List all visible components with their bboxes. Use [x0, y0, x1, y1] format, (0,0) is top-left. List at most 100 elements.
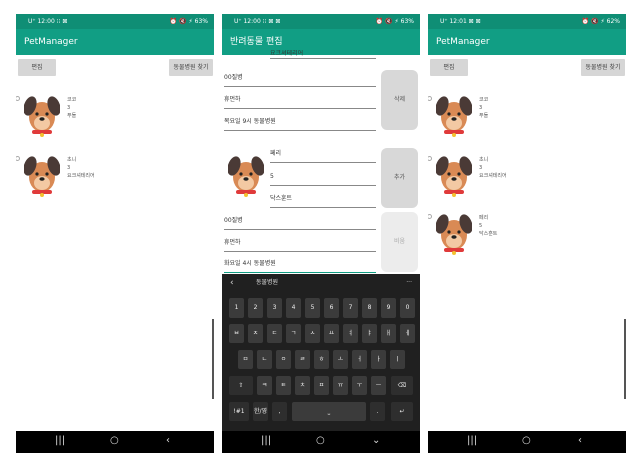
number-key[interactable]: 8: [362, 298, 377, 318]
pet-radio[interactable]: [428, 96, 432, 101]
letter-key[interactable]: ㅣ: [390, 350, 405, 369]
pet-breed: 요크셔테리어: [67, 173, 95, 179]
letter-key[interactable]: ㅂ: [229, 324, 244, 343]
period-key[interactable]: .: [370, 402, 385, 421]
letter-key[interactable]: ㄹ: [295, 350, 310, 369]
recent-apps-icon[interactable]: |||: [467, 435, 477, 446]
status-bar: U⁺ 12:00 ⁝⁝ ⊠ ⏰ 🔇 ⚡ 63%: [16, 14, 214, 29]
number-key[interactable]: 4: [286, 298, 301, 318]
dog-avatar-icon: [436, 154, 472, 197]
number-key[interactable]: 9: [381, 298, 396, 318]
letter-key[interactable]: ㅡ: [371, 376, 386, 395]
scrollbar[interactable]: [624, 319, 626, 399]
letter-key[interactable]: ㅈ: [248, 324, 263, 343]
language-key[interactable]: 한/영: [253, 402, 268, 421]
backspace-key[interactable]: ⌫: [391, 376, 413, 395]
space-key[interactable]: ⎵: [292, 402, 366, 421]
hospital-field[interactable]: 00질병: [224, 70, 376, 87]
keyboard-more-icon[interactable]: ···: [406, 274, 412, 292]
letter-key[interactable]: ㅏ: [371, 350, 386, 369]
comma-key[interactable]: ,: [272, 402, 287, 421]
dog-avatar-icon: [436, 212, 472, 255]
pet-radio[interactable]: [16, 156, 20, 161]
pet-breed: 푸들: [67, 113, 77, 119]
phone-field[interactable]: 휴먼하: [224, 235, 376, 252]
letter-key[interactable]: ㅇ: [276, 350, 291, 369]
pet-list-item[interactable]: 코코 3 푸들: [428, 92, 626, 147]
add-button[interactable]: 추가: [381, 148, 418, 208]
screen-pet-list-before: U⁺ 12:00 ⁝⁝ ⊠ ⏰ 🔇 ⚡ 63% PetManager 편집 동물…: [16, 14, 214, 453]
letter-key[interactable]: ㅓ: [352, 350, 367, 369]
home-icon[interactable]: ○: [110, 435, 119, 446]
home-icon[interactable]: ○: [316, 435, 325, 446]
hospital-field[interactable]: 00질병: [224, 213, 376, 230]
pet-age: 3: [67, 165, 71, 171]
address-field-active[interactable]: 화요일 4시 동물병원: [224, 256, 376, 273]
letter-key[interactable]: ㅜ: [352, 376, 367, 395]
phone-field[interactable]: 휴먼하: [224, 92, 376, 109]
shift-key[interactable]: ⇧: [229, 376, 253, 395]
scrollbar[interactable]: [212, 319, 214, 399]
find-hospital-button[interactable]: 동물병원 찾기: [581, 59, 625, 76]
pet-list-item[interactable]: 초니 3 요크셔테리어: [16, 152, 214, 207]
letter-key[interactable]: ㅁ: [238, 350, 253, 369]
number-key[interactable]: 5: [305, 298, 320, 318]
letter-key[interactable]: ㅎ: [314, 350, 329, 369]
clear-button[interactable]: 비움: [381, 212, 418, 272]
number-key[interactable]: 7: [343, 298, 358, 318]
find-hospital-button[interactable]: 동물병원 찾기: [169, 59, 213, 76]
symbols-key[interactable]: !#1: [229, 402, 249, 421]
edit-button[interactable]: 편집: [18, 59, 56, 76]
back-icon[interactable]: ‹: [578, 435, 582, 446]
pet-radio[interactable]: [16, 96, 20, 101]
edit-button[interactable]: 편집: [430, 59, 468, 76]
keyboard-suggestion[interactable]: 동물병원: [256, 274, 278, 292]
breed-field-partial[interactable]: 요크셔테리어: [270, 50, 376, 59]
letter-key[interactable]: ㅐ: [381, 324, 396, 343]
recent-apps-icon[interactable]: |||: [55, 435, 65, 446]
letter-key[interactable]: ㅠ: [333, 376, 348, 395]
number-key[interactable]: 1: [229, 298, 244, 318]
letter-key[interactable]: ㅕ: [343, 324, 358, 343]
number-key[interactable]: 3: [267, 298, 282, 318]
keyboard-back-icon[interactable]: ‹: [230, 274, 234, 292]
enter-key[interactable]: ↵: [391, 402, 413, 421]
number-key[interactable]: 0: [400, 298, 415, 318]
back-icon[interactable]: ‹: [166, 435, 170, 446]
age-field[interactable]: 5: [270, 169, 376, 186]
letter-key[interactable]: ㅍ: [314, 376, 329, 395]
status-bar: U⁺ 12:01 ⊠ ⊠ ⏰ 🔇 ⚡ 62%: [428, 14, 626, 29]
letter-key[interactable]: ㅛ: [324, 324, 339, 343]
pet-list-item[interactable]: 초니 3 요크셔테리어: [428, 152, 626, 207]
letter-key[interactable]: ㄱ: [286, 324, 301, 343]
letter-key[interactable]: ㅋ: [257, 376, 272, 395]
pet-name: 페리: [479, 215, 489, 221]
number-key[interactable]: 6: [324, 298, 339, 318]
letter-key[interactable]: ㅊ: [295, 376, 310, 395]
pet-radio[interactable]: [428, 156, 432, 161]
pet-age: 3: [67, 105, 71, 111]
letter-key[interactable]: ㄴ: [257, 350, 272, 369]
letter-key[interactable]: ㅗ: [333, 350, 348, 369]
letter-key[interactable]: ㄷ: [267, 324, 282, 343]
number-key[interactable]: 2: [248, 298, 263, 318]
system-nav-bar: ||| ○ ‹: [428, 431, 626, 453]
pet-info: 초니 3 요크셔테리어: [67, 156, 95, 180]
dog-avatar-icon: [228, 154, 264, 197]
letter-key[interactable]: ㅑ: [362, 324, 377, 343]
app-bar-title: PetManager: [428, 29, 626, 55]
pet-list-item[interactable]: 페리 5 닥스훈트: [428, 210, 626, 265]
breed-field[interactable]: 닥스훈트: [270, 191, 376, 208]
letter-key[interactable]: ㅅ: [305, 324, 320, 343]
pet-list-item[interactable]: 코코 3 푸들: [16, 92, 214, 147]
keyboard-hide-icon[interactable]: ⌄: [372, 435, 380, 446]
home-icon[interactable]: ○: [522, 435, 531, 446]
pet-info: 코코 3 푸들: [479, 96, 488, 120]
delete-button[interactable]: 삭제: [381, 70, 418, 130]
pet-radio[interactable]: [428, 214, 432, 219]
letter-key[interactable]: ㅌ: [276, 376, 291, 395]
recent-apps-icon[interactable]: |||: [261, 435, 271, 446]
name-field[interactable]: 페리: [270, 146, 376, 163]
address-field[interactable]: 목요일 9시 동물병원: [224, 114, 376, 131]
letter-key[interactable]: ㅔ: [400, 324, 415, 343]
